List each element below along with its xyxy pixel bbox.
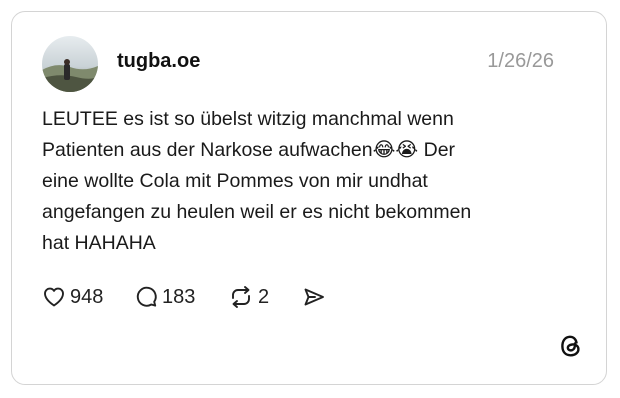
reply-button[interactable]: 183	[134, 282, 195, 312]
speech-bubble-icon	[136, 286, 157, 307]
avatar[interactable]	[42, 36, 98, 92]
avatar-photo-icon	[42, 36, 98, 92]
repost-button[interactable]: 2	[228, 282, 269, 312]
username[interactable]: tugba.oe	[117, 50, 200, 73]
like-button[interactable]: 948	[42, 282, 103, 312]
post-date: 1/26/26	[487, 50, 554, 72]
post-text: LEUTEE es ist so übelst witzig manchmal …	[42, 108, 472, 254]
send-icon	[304, 288, 324, 306]
reply-count: 183	[162, 285, 196, 308]
repost-count: 2	[258, 285, 270, 308]
like-count: 948	[70, 285, 104, 308]
heart-icon	[44, 287, 64, 307]
post-card: tugba.oe 1/26/26 LEUTEE es ist so übelst…	[11, 11, 607, 385]
share-button[interactable]	[302, 282, 326, 312]
repost-arrows-icon	[232, 286, 250, 308]
threads-logo-icon	[557, 332, 585, 360]
